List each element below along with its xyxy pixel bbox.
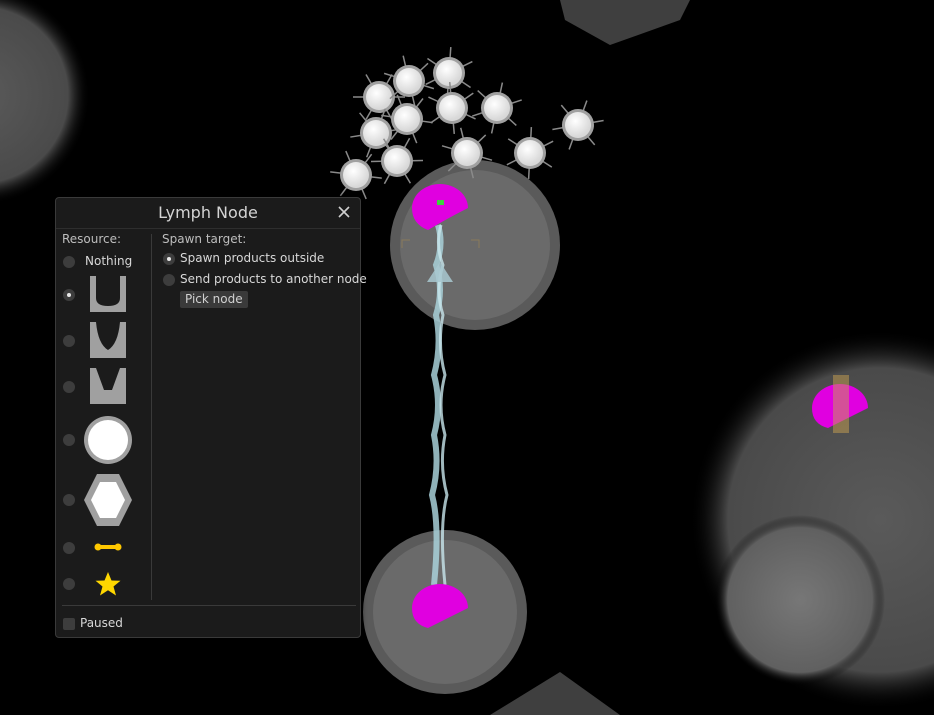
close-icon[interactable] — [336, 204, 352, 220]
lymph-node-panel: Lymph Node Resource: Spawn target: Nothi… — [55, 197, 367, 638]
panel-divider-vertical — [151, 234, 152, 600]
background-cell-left — [0, 0, 90, 204]
spawn-outside-label: Spawn products outside — [180, 251, 325, 265]
lymph-node-top-body[interactable] — [390, 160, 560, 330]
background-shape-top — [560, 0, 690, 45]
spawn-outside-radio[interactable] — [163, 253, 175, 265]
resource-radio-notched[interactable] — [63, 381, 75, 393]
resource-nothing-label: Nothing — [85, 254, 133, 268]
hexagon-icon — [84, 474, 132, 526]
white-cell — [472, 82, 522, 134]
paused-label: Paused — [80, 616, 123, 630]
background-cell-right — [690, 330, 934, 710]
resource-radio-pinched-cup[interactable] — [63, 335, 75, 347]
panel-title: Lymph Node — [56, 198, 360, 229]
yellow-bar-icon — [94, 543, 122, 551]
white-cell — [330, 150, 382, 200]
white-circle-icon — [84, 416, 132, 464]
background-shape-bottom — [490, 672, 620, 715]
resource-radio-bar[interactable] — [63, 542, 75, 554]
resource-radio-nothing[interactable] — [63, 256, 75, 268]
white-cell — [428, 82, 476, 134]
spawn-node-radio[interactable] — [163, 274, 175, 286]
resource-radio-star[interactable] — [63, 578, 75, 590]
spawn-node-label: Send products to another node — [180, 272, 367, 286]
panel-divider-horizontal — [62, 605, 356, 606]
resource-label: Resource: — [62, 232, 122, 246]
spawn-target-label: Spawn target: — [162, 232, 247, 246]
resource-radio-hexagon[interactable] — [63, 494, 75, 506]
cup-shape-icon — [90, 276, 126, 312]
white-cell — [552, 100, 604, 150]
paused-checkbox[interactable] — [63, 618, 75, 630]
resource-radio-cup[interactable] — [63, 289, 75, 301]
pick-node-button[interactable]: Pick node — [180, 291, 248, 308]
white-cell — [425, 47, 473, 99]
notched-shape-icon — [90, 368, 126, 404]
yellow-star-icon — [95, 572, 121, 596]
resource-radio-circle[interactable] — [63, 434, 75, 446]
pinched-cup-icon — [90, 322, 126, 358]
